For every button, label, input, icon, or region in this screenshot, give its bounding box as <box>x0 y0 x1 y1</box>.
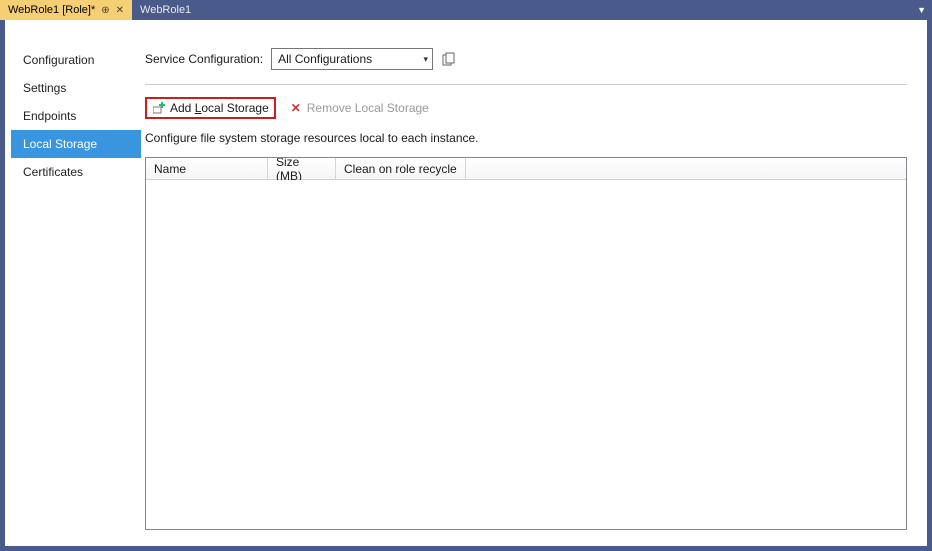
service-configuration-select[interactable]: All Configurations ▾ <box>271 48 433 70</box>
tab-webrole-role-active[interactable]: WebRole1 [Role]* ⊕ ✕ <box>0 0 132 20</box>
sidebar-item-settings[interactable]: Settings <box>11 74 141 102</box>
remove-button-label: Remove Local Storage <box>307 101 429 115</box>
service-configuration-value: All Configurations <box>278 52 372 66</box>
column-header-name[interactable]: Name <box>146 158 268 179</box>
close-icon[interactable]: ✕ <box>116 5 124 16</box>
local-storage-grid[interactable]: Name Size (MB) Clean on role recycle <box>145 157 907 530</box>
main-panel: Service Configuration: All Configuration… <box>141 28 921 540</box>
add-button-label: Add Local Storage <box>170 101 269 115</box>
remove-local-storage-button: ✕ Remove Local Storage <box>282 97 436 119</box>
column-header-spacer <box>466 158 906 179</box>
grid-body[interactable] <box>146 180 906 529</box>
tab-strip: WebRole1 [Role]* ⊕ ✕ WebRole1 ▼ <box>0 0 932 20</box>
pin-icon[interactable]: ⊕ <box>101 5 109 16</box>
sidebar-item-certificates[interactable]: Certificates <box>11 158 141 186</box>
add-icon <box>152 101 166 115</box>
sidebar-item-endpoints[interactable]: Endpoints <box>11 102 141 130</box>
tab-label: WebRole1 <box>140 4 191 16</box>
tab-label: WebRole1 [Role]* <box>8 4 95 16</box>
sidebar-item-configuration[interactable]: Configuration <box>11 46 141 74</box>
chevron-down-icon: ▾ <box>424 54 429 65</box>
column-header-size[interactable]: Size (MB) <box>268 158 336 179</box>
delete-icon: ✕ <box>289 101 303 115</box>
grid-header: Name Size (MB) Clean on role recycle <box>146 158 906 180</box>
tab-webrole-inactive[interactable]: WebRole1 <box>132 0 199 20</box>
column-header-clean[interactable]: Clean on role recycle <box>336 158 466 179</box>
sidebar-nav: Configuration Settings Endpoints Local S… <box>11 28 141 540</box>
service-configuration-row: Service Configuration: All Configuration… <box>145 48 907 85</box>
toolbar: Add Local Storage ✕ Remove Local Storage <box>145 85 907 127</box>
manage-configurations-icon[interactable] <box>441 51 457 67</box>
tab-overflow-chevron-icon[interactable]: ▼ <box>917 0 926 20</box>
sidebar-item-local-storage[interactable]: Local Storage <box>11 130 141 158</box>
editor-frame: Configuration Settings Endpoints Local S… <box>0 20 932 551</box>
add-local-storage-button[interactable]: Add Local Storage <box>145 97 276 119</box>
description-text: Configure file system storage resources … <box>145 127 907 157</box>
service-configuration-label: Service Configuration: <box>145 52 263 66</box>
